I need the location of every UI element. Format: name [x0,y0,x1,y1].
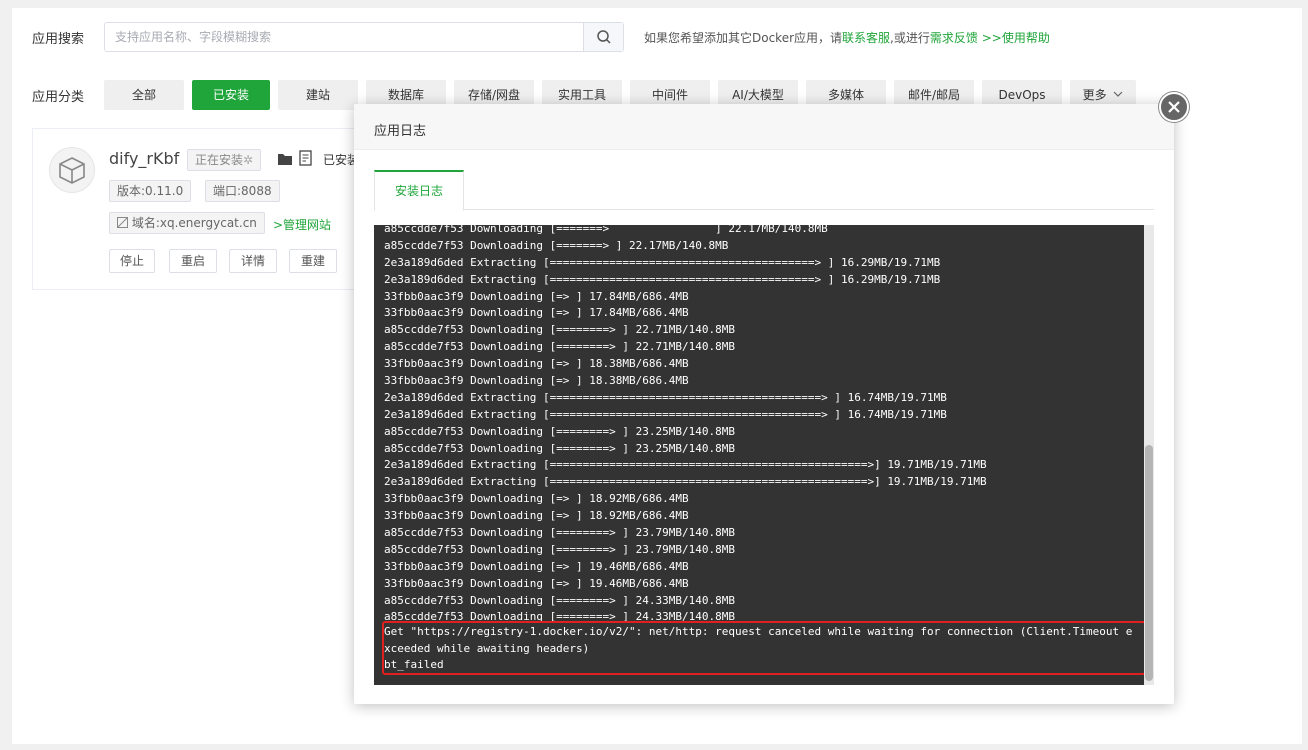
app-store-page: 应用搜索 如果您希望添加其它Docker应用，请联系客服,或进行需求反馈 >>使… [0,0,1308,750]
app-card: dify_rKbf 正在安装✲ 已安装 版本:0.11.0 端口:8088 域名… [32,128,362,290]
log-line: a85ccdde7f53 Downloading [=======> ] 22.… [384,225,828,235]
error-highlight-box [382,621,1146,675]
domain-text: 域名:xq.energycat.cn [131,216,257,230]
globe-icon [117,217,128,228]
log-line: 33fbb0aac3f9 Downloading [=> ] 18.38MB/6… [384,357,689,371]
log-line: 2e3a189d6ded Extracting [===============… [384,407,947,421]
log-line: 33fbb0aac3f9 Downloading [=> ] 19.46MB/6… [384,576,689,590]
app-logo [49,147,95,193]
help-hint: 如果您希望添加其它Docker应用，请联系客服,或进行需求反馈 >>使用帮助 [644,29,1050,46]
spinner-icon: ✲ [243,153,254,167]
log-line: 2e3a189d6ded Extracting [===============… [384,390,947,404]
version-tag: 版本:0.11.0 [109,180,192,202]
log-line: 2e3a189d6ded Extracting [===============… [384,475,987,489]
folder-icon[interactable] [277,152,293,166]
log-line: 2e3a189d6ded Extracting [===============… [384,458,987,472]
category-label: 应用分类 [32,90,85,105]
help-link[interactable]: >>使用帮助 [982,31,1050,45]
dialog-header: 应用日志 [354,104,1174,150]
log-line: 33fbb0aac3f9 Downloading [=> ] 17.84MB/6… [384,306,689,320]
box-icon [59,157,85,184]
log-line: 2e3a189d6ded Extracting [===============… [384,255,941,269]
search-input[interactable] [105,23,585,51]
app-name: dify_rKbf [109,149,180,168]
port-tag: 端口:8088 [205,180,280,202]
log-line: 33fbb0aac3f9 Downloading [=> ] 18.92MB/6… [384,509,689,523]
log-console[interactable]: a85ccdde7f53 Downloading [=======> ] 22.… [374,225,1154,685]
log-line: 33fbb0aac3f9 Downloading [=> ] 18.92MB/6… [384,492,689,506]
hint-prefix: 如果您希望添加其它Docker应用，请 [644,31,843,45]
category-more-label: 更多 [1082,88,1107,102]
category-installed[interactable]: 已安装 [192,80,270,110]
log-line: a85ccdde7f53 Downloading [========> ] 23… [384,526,735,540]
search-icon [596,30,611,44]
log-scrollbar[interactable] [1144,225,1154,685]
app-log-dialog: 应用日志 安装日志 a85ccdde7f53 Downloading [====… [354,104,1174,704]
feedback-link[interactable]: 需求反馈 [930,31,978,45]
search-button[interactable] [583,23,623,51]
log-line: 33fbb0aac3f9 Downloading [=> ] 19.46MB/6… [384,559,689,573]
log-line: 33fbb0aac3f9 Downloading [=> ] 18.38MB/6… [384,374,689,388]
category-all[interactable]: 全部 [104,80,184,110]
close-icon [1168,101,1180,113]
search-box [104,22,624,52]
log-line: a85ccdde7f53 Downloading [========> ] 22… [384,323,735,337]
stop-button[interactable]: 停止 [109,249,155,273]
hint-mid: ,或进行 [890,31,930,45]
log-line: 2e3a189d6ded Extracting [===============… [384,272,941,286]
category-website[interactable]: 建站 [278,80,358,110]
scrollbar-thumb[interactable] [1145,445,1153,681]
install-status-badge: 正在安装✲ [187,149,262,171]
log-line: a85ccdde7f53 Downloading [========> ] 22… [384,340,735,354]
log-line: 33fbb0aac3f9 Downloading [=> ] 17.84MB/6… [384,289,689,303]
domain-tag: 域名:xq.energycat.cn [109,212,265,234]
log-lines: a85ccdde7f53 Downloading [=======> ] 22.… [384,225,1134,626]
close-dialog-button[interactable] [1159,92,1189,122]
dialog-title: 应用日志 [374,124,427,139]
chevron-down-icon [1113,91,1123,97]
log-file-icon[interactable] [299,150,313,166]
log-line: a85ccdde7f53 Downloading [========> ] 23… [384,424,735,438]
log-line: a85ccdde7f53 Downloading [========> ] 24… [384,593,735,607]
details-button[interactable]: 详情 [229,249,277,273]
tab-install-log[interactable]: 安装日志 [374,170,464,211]
log-tabs: 安装日志 [374,170,1154,211]
search-label: 应用搜索 [32,32,85,47]
rebuild-button[interactable]: 重建 [289,249,337,273]
restart-button[interactable]: 重启 [169,249,217,273]
log-line: a85ccdde7f53 Downloading [=======> ] 22.… [384,238,729,252]
install-status-text: 正在安装 [195,153,244,167]
manage-site-link[interactable]: >管理网站 [273,216,331,233]
log-line: a85ccdde7f53 Downloading [========> ] 23… [384,441,735,455]
log-line: a85ccdde7f53 Downloading [========> ] 23… [384,542,735,556]
contact-support-link[interactable]: 联系客服 [842,31,890,45]
